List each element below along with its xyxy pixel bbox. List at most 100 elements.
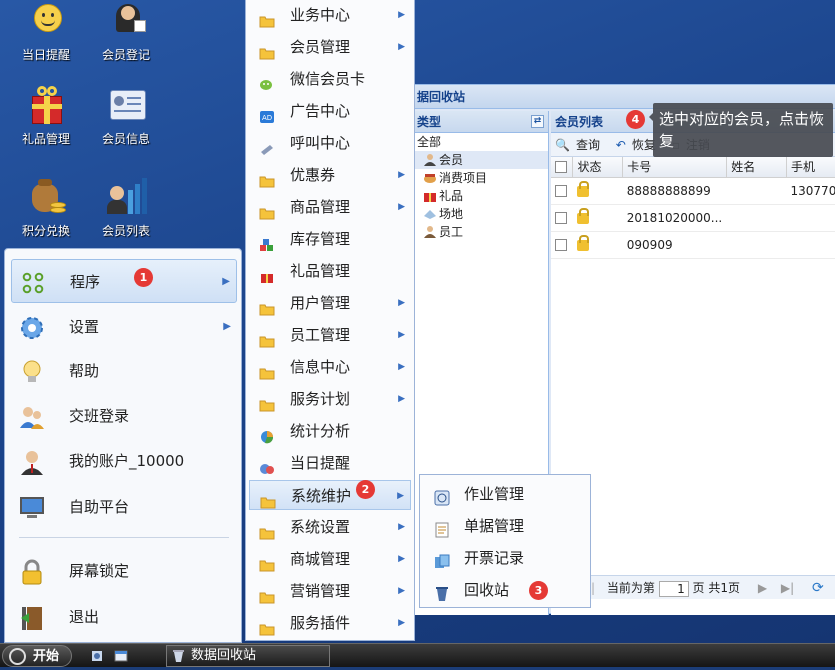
boxes-icon [259, 232, 275, 251]
programs-menu-item[interactable]: AD 广告中心 [249, 96, 411, 126]
menu-label: 呼叫中心 [290, 134, 351, 152]
tree-item-consume[interactable]: 消费项目 [413, 169, 548, 187]
card-cell: 20181020000... [622, 204, 727, 232]
chevron-right-icon: ▶ [398, 618, 405, 628]
column-header-name[interactable]: 姓名 [726, 157, 788, 178]
select-all-checkbox[interactable] [551, 157, 574, 178]
start-menu-item-shift-login[interactable]: 交班登录 [11, 394, 237, 438]
programs-menu-item[interactable]: 优惠券 ▶ [249, 160, 411, 190]
food-icon [423, 171, 437, 183]
menu-item-job-manage[interactable]: 作业管理 [424, 479, 586, 509]
column-header-phone[interactable]: 手机 [786, 157, 835, 178]
menu-label: 程序 [70, 273, 101, 291]
start-menu: 程序 ▶ 设置 ▶ 帮助 交班登录 我的账户_10000 自助平台 屏幕锁定 退… [4, 248, 242, 643]
programs-menu-item[interactable]: 商品管理 ▶ [249, 192, 411, 222]
last-page-icon[interactable]: ▶| [781, 581, 794, 595]
programs-menu-item[interactable]: 员工管理 ▶ [249, 320, 411, 350]
start-menu-item-settings[interactable]: 设置 ▶ [11, 305, 237, 349]
programs-menu-item[interactable]: 系统维护 ▶ [249, 480, 411, 510]
tree-item-all[interactable]: 全部 [413, 133, 548, 151]
taskbar-item-recycle-bin[interactable]: 数据回收站 [166, 645, 330, 667]
programs-menu-item[interactable]: 系统设置 ▶ [249, 512, 411, 542]
folder-icon [259, 552, 275, 572]
pie-chart-icon [259, 424, 275, 444]
programs-menu-item[interactable]: 业务中心 ▶ [249, 0, 411, 30]
menu-label: 回收站 [464, 581, 510, 599]
users-icon [19, 403, 45, 429]
phone-cell [786, 204, 835, 232]
row-checkbox[interactable] [551, 177, 573, 205]
tree-item-staff[interactable]: 员工 [413, 223, 548, 241]
next-page-icon[interactable]: ▶ [758, 581, 767, 595]
start-menu-item-exit[interactable]: 退出 [11, 595, 237, 639]
tree-item-venue[interactable]: 场地 [413, 205, 548, 223]
start-menu-item-programs[interactable]: 程序 ▶ [11, 259, 237, 303]
table-row[interactable]: 090909 [551, 231, 835, 259]
row-checkbox[interactable] [551, 231, 573, 259]
table-row[interactable]: 20181020000... [551, 204, 835, 232]
menu-label: 用户管理 [290, 294, 351, 312]
desktop-icon-member-info[interactable]: 会员信息 [88, 84, 164, 147]
programs-menu-item[interactable]: 统计分析 [249, 416, 411, 446]
tree-panel-title: 类型 [417, 115, 442, 129]
programs-menu-item[interactable]: 微信会员卡 [249, 64, 411, 94]
column-header-card[interactable]: 卡号 [622, 157, 728, 178]
menu-label: 信息中心 [290, 358, 351, 376]
desktop-icon-daily-reminder[interactable]: 当日提醒 [8, 0, 84, 63]
menu-label: 商品管理 [290, 198, 351, 216]
programs-menu-item[interactable]: 服务计划 ▶ [249, 384, 411, 414]
table-row[interactable]: 88888888899 1307700 [551, 177, 835, 205]
tree-item-gift[interactable]: 礼品 [413, 187, 548, 205]
phone-cell [786, 231, 835, 259]
start-button[interactable]: 开始 [2, 645, 72, 667]
desktop: 当日提醒 会员登记 礼品管理 会员信息 积分兑换 会员列表 据回收站 类型 ⇄ … [0, 0, 835, 643]
programs-menu-item[interactable]: 服务插件 ▶ [249, 608, 411, 638]
row-checkbox[interactable] [551, 204, 573, 232]
start-menu-item-help[interactable]: 帮助 [11, 349, 237, 393]
desktop-icon-label: 会员登记 [101, 48, 150, 62]
chevron-right-icon: ▶ [398, 42, 405, 52]
programs-menu-item[interactable]: 呼叫中心 [249, 128, 411, 158]
start-menu-item-my-account[interactable]: 我的账户_10000 [11, 439, 237, 483]
menu-label: 屏幕锁定 [69, 562, 130, 580]
programs-menu-item[interactable]: 信息中心 ▶ [249, 352, 411, 382]
programs-menu-item[interactable]: 库存管理 [249, 224, 411, 254]
quicklaunch-app-icon[interactable] [90, 649, 104, 663]
tree-item-member[interactable]: 会员 [413, 151, 548, 169]
refresh-icon[interactable]: ⟳ [812, 580, 824, 596]
page-number-input[interactable]: 1 [658, 580, 689, 597]
programs-menu-item[interactable]: 会员管理 ▶ [249, 32, 411, 62]
card-cell: 88888888899 [622, 177, 727, 205]
column-header-status[interactable]: 状态 [572, 157, 624, 178]
chevron-right-icon: ▶ [398, 170, 405, 180]
status-cell [572, 177, 623, 205]
desktop-icon-label: 当日提醒 [21, 48, 70, 62]
programs-menu-item[interactable]: 商城管理 ▶ [249, 544, 411, 574]
menu-label: 系统维护 [291, 487, 352, 505]
gift-icon [259, 264, 275, 283]
desktop-icon-member-list[interactable]: 会员列表 [88, 176, 164, 239]
menu-item-document-manage[interactable]: 单据管理 [424, 511, 586, 541]
start-menu-item-self-service[interactable]: 自助平台 [11, 485, 237, 529]
programs-menu-item[interactable]: 当日提醒 [249, 448, 411, 478]
menu-label: 优惠券 [290, 166, 336, 184]
start-menu-item-lock-screen[interactable]: 屏幕锁定 [11, 549, 237, 593]
chevron-right-icon: ▶ [398, 202, 405, 212]
query-button[interactable]: 🔍 查询 [555, 138, 606, 152]
desktop-icon-points-exchange[interactable]: 积分兑换 [8, 176, 84, 239]
desktop-icon-member-register[interactable]: 会员登记 [88, 0, 164, 63]
tree-item-label: 全部 [417, 135, 442, 149]
programs-menu-item[interactable]: 营销管理 ▶ [249, 576, 411, 606]
phone-icon [259, 136, 275, 155]
programs-menu-item[interactable]: 礼品管理 [249, 256, 411, 286]
collapse-icon[interactable]: ⇄ [531, 115, 544, 128]
menu-item-recycle-bin[interactable]: 回收站 [424, 575, 586, 605]
quicklaunch-window-icon[interactable] [114, 649, 128, 663]
programs-menu-item[interactable]: 用户管理 ▶ [249, 288, 411, 318]
lock-icon [576, 207, 589, 224]
menu-item-invoice-records[interactable]: 开票记录 [424, 543, 586, 573]
desktop-icon-gift-manage[interactable]: 礼品管理 [8, 84, 84, 147]
staff-icon [423, 225, 437, 238]
user-icon [423, 153, 437, 166]
document-icon [434, 518, 450, 538]
